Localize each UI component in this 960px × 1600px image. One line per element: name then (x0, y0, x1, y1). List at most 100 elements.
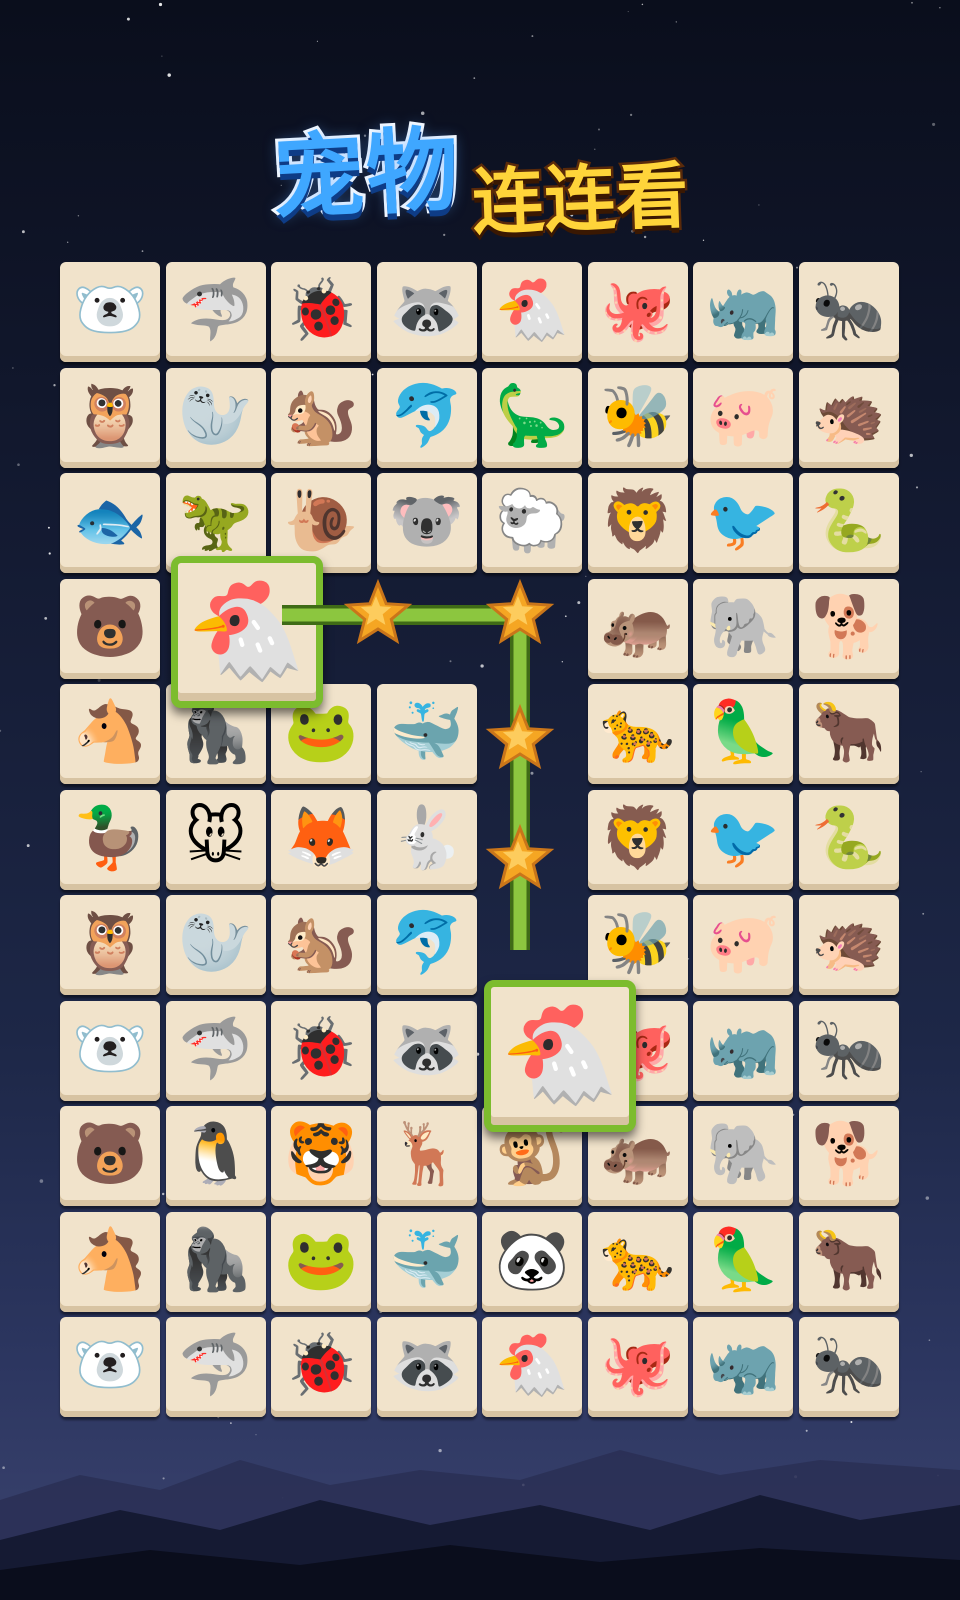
tile-horse[interactable]: 🐴 (60, 1211, 160, 1312)
gorilla-icon: 🦍 (178, 1224, 253, 1295)
shark-icon: 🦈 (178, 1013, 253, 1084)
tile-polar-bear[interactable]: 🐻‍❄️ (60, 1317, 160, 1417)
tile-lion[interactable]: 🦁 (587, 789, 688, 890)
sky-star (531, 35, 534, 38)
bee-icon: 🐝 (600, 908, 675, 978)
tile-elephant[interactable]: 🐘 (693, 1106, 793, 1206)
tile-raccoon[interactable]: 🦝 (376, 1000, 477, 1101)
tile-squirrel[interactable]: 🐿️ (271, 367, 371, 468)
sky-star (161, 55, 163, 57)
lion-icon: 🦁 (600, 802, 675, 873)
tile-chicken[interactable]: 🐔 (482, 262, 582, 362)
tile-fox[interactable]: 🦊 (271, 789, 371, 890)
sky-star (47, 526, 50, 529)
tile-duck[interactable]: 🦆 (60, 789, 160, 890)
snake-icon: 🐍 (811, 486, 886, 556)
tile-toucan[interactable]: 🐦 (693, 473, 793, 573)
tile-rhino[interactable]: 🦏 (693, 1000, 793, 1101)
tile-parrot[interactable]: 🦜 (693, 684, 793, 784)
tile-seal[interactable]: 🦭 (165, 367, 266, 468)
tile-leopard[interactable]: 🐆 (587, 684, 688, 784)
tile-elephant[interactable]: 🐘 (693, 578, 793, 679)
tile-parrot[interactable]: 🦜 (693, 1211, 793, 1312)
tile-owl[interactable]: 🦉 (60, 367, 160, 468)
tile-mouse[interactable]: 🐭 (165, 789, 266, 890)
polar-bear-icon: 🐻‍❄️ (72, 1330, 148, 1400)
tile-squirrel[interactable]: 🐿️ (271, 895, 371, 995)
tile-panda[interactable]: 🐼 (482, 1211, 582, 1312)
sky-star (316, 40, 318, 42)
sky-star (922, 912, 925, 915)
tile-rhino[interactable]: 🦏 (693, 1317, 793, 1417)
tile-lion[interactable]: 🦁 (587, 473, 688, 573)
parrot-icon: 🦜 (705, 1224, 781, 1295)
selected-tile-chicken[interactable]: 🐔 (170, 555, 323, 708)
tile-sheep[interactable]: 🐑 (482, 473, 582, 573)
tile-bear[interactable]: 🐻 (60, 578, 160, 679)
sky-star (167, 73, 171, 77)
tile-snake[interactable]: 🐍 (798, 473, 899, 573)
tile-ox[interactable]: 🐂 (798, 1211, 899, 1312)
tile-rabbit[interactable]: 🐇 (376, 789, 477, 890)
tile-ladybug[interactable]: 🐞 (271, 262, 371, 362)
tile-leopard[interactable]: 🐆 (587, 1211, 688, 1312)
tile-hedgehog[interactable]: 🦔 (798, 367, 899, 468)
tile-dog[interactable]: 🐕 (798, 578, 899, 679)
tile-fish[interactable]: 🐟 (60, 473, 160, 573)
sky-star (67, 241, 69, 243)
tile-deer[interactable]: 🦌 (376, 1106, 477, 1206)
tile-dolphin[interactable]: 🐬 (376, 367, 477, 468)
tile-raccoon[interactable]: 🦝 (376, 1317, 477, 1417)
tile-ox[interactable]: 🐂 (798, 684, 899, 784)
tile-bee[interactable]: 🐝 (587, 367, 688, 468)
tile-horse[interactable]: 🐴 (60, 684, 160, 784)
tile-gorilla[interactable]: 🦍 (165, 1211, 266, 1312)
tile-shark[interactable]: 🦈 (165, 1317, 266, 1417)
shark-icon: 🦈 (178, 275, 253, 345)
tile-hippo[interactable]: 🦛 (587, 578, 688, 679)
tile-ladybug[interactable]: 🐞 (271, 1000, 371, 1101)
tile-penguin[interactable]: 🐧 (165, 1106, 266, 1206)
tile-polar-bear[interactable]: 🐻‍❄️ (60, 1000, 160, 1101)
elephant-icon: 🐘 (705, 591, 781, 662)
panda-icon: 🐼 (494, 1224, 570, 1295)
tile-toucan[interactable]: 🐦 (693, 789, 793, 890)
tile-ant[interactable]: 🐜 (798, 1000, 899, 1101)
tile-snake[interactable]: 🐍 (798, 789, 899, 890)
bee-icon: 🐝 (600, 380, 675, 451)
tile-ant[interactable]: 🐜 (798, 262, 899, 362)
tile-owl[interactable]: 🦉 (60, 895, 160, 995)
snake-icon: 🐍 (811, 802, 886, 873)
chicken-icon: 🐔 (494, 275, 570, 345)
sheep-icon: 🐑 (494, 486, 570, 556)
tile-ant[interactable]: 🐜 (798, 1317, 899, 1417)
tile-hedgehog[interactable]: 🦔 (798, 895, 899, 995)
tile-ladybug[interactable]: 🐞 (271, 1317, 371, 1417)
tile-dolphin[interactable]: 🐬 (376, 895, 477, 995)
squirrel-icon: 🐿️ (283, 380, 359, 451)
tile-rhino[interactable]: 🦏 (693, 262, 793, 362)
tile-raccoon[interactable]: 🦝 (376, 262, 477, 362)
tile-octopus[interactable]: 🐙 (587, 1317, 688, 1417)
tile-octopus[interactable]: 🐙 (587, 262, 688, 362)
tile-koala[interactable]: 🐨 (376, 473, 477, 573)
tile-pig[interactable]: 🐖 (693, 367, 793, 468)
tile-seal[interactable]: 🦭 (165, 895, 266, 995)
sky-star (928, 1339, 931, 1341)
selected-tile-chicken[interactable]: 🐔 (484, 979, 636, 1132)
rhino-icon: 🦏 (705, 275, 781, 345)
tile-shark[interactable]: 🦈 (165, 1000, 266, 1101)
tile-whale[interactable]: 🐳 (376, 684, 477, 784)
tile-shark[interactable]: 🦈 (165, 262, 266, 362)
tile-bear[interactable]: 🐻 (60, 1106, 160, 1206)
tile-chicken[interactable]: 🐔 (482, 1317, 582, 1417)
tile-whale[interactable]: 🐳 (376, 1211, 477, 1312)
tile-polar-bear[interactable]: 🐻‍❄️ (60, 262, 160, 362)
tile-frog[interactable]: 🐸 (271, 1211, 371, 1312)
tile-tiger[interactable]: 🐯 (271, 1106, 371, 1206)
tile-dog[interactable]: 🐕 (798, 1106, 899, 1206)
squirrel-icon: 🐿️ (283, 908, 359, 978)
sky-star (12, 367, 14, 369)
tile-triceratops[interactable]: 🦕 (482, 367, 582, 468)
tile-pig[interactable]: 🐖 (693, 895, 793, 995)
